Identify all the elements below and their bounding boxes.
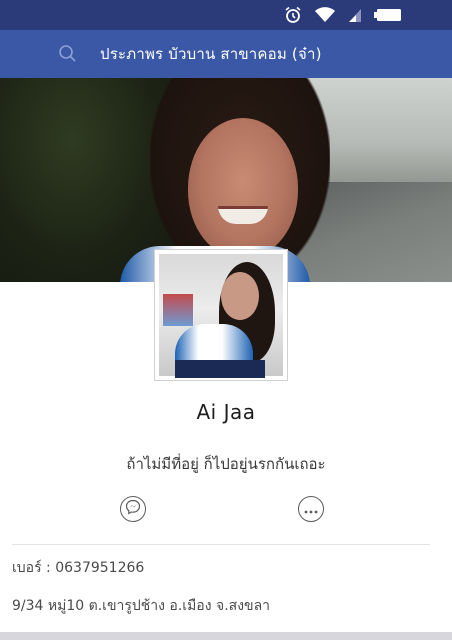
- header-bar: ประภาพร บัวบาน สาขาคอม (จ๋า): [0, 30, 452, 78]
- bottom-divider: [0, 632, 452, 640]
- section-divider: [12, 544, 430, 545]
- profile-picture[interactable]: [155, 250, 287, 380]
- more-options-icon: [303, 500, 319, 519]
- address: 9/34 หมู่10 ต.เขารูปช้าง อ.เมือง จ.สงขลา: [12, 598, 271, 614]
- search-query-title[interactable]: ประภาพร บัวบาน สาขาคอม (จ๋า): [100, 42, 322, 66]
- profile-picture-board: [163, 294, 193, 326]
- battery-icon: [374, 7, 402, 23]
- profile-name: Ai Jaa: [196, 400, 256, 424]
- alarm-icon: [284, 6, 302, 24]
- status-bar: [0, 0, 452, 30]
- profile-bio: ถ้าไม่มีที่อยู่ ก็ไปอยู่นรกกันเถอะ: [126, 455, 326, 473]
- signal-icon: [348, 7, 362, 23]
- more-options-button[interactable]: [298, 496, 324, 522]
- messenger-button[interactable]: [120, 496, 146, 522]
- profile-picture-face: [221, 272, 259, 320]
- wifi-icon: [314, 6, 336, 24]
- messenger-icon: [125, 499, 141, 519]
- profile-picture-pants: [175, 360, 265, 378]
- search-icon[interactable]: [58, 44, 78, 64]
- phone-number[interactable]: เบอร์ : 0637951266: [12, 557, 144, 579]
- cover-person-face: [188, 118, 298, 258]
